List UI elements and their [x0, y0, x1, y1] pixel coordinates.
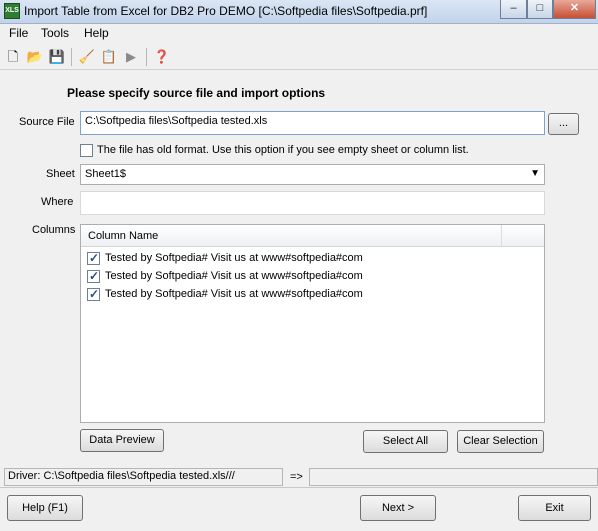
help-icon[interactable]: ❓	[152, 47, 172, 67]
old-format-label: The file has old format. Use this option…	[97, 144, 469, 156]
row-checkbox[interactable]	[87, 287, 100, 301]
save-icon[interactable]: 💾	[47, 47, 67, 67]
row-label: Tested by Softpedia# Visit us at www#sof…	[105, 270, 363, 282]
divider	[0, 487, 598, 488]
browse-button[interactable]: ...	[548, 113, 579, 135]
exit-button[interactable]: Exit	[518, 495, 591, 521]
toolbar-separator	[146, 48, 147, 66]
page-title: Please specify source file and import op…	[67, 86, 326, 100]
status-target	[309, 468, 598, 486]
chevron-down-icon[interactable]: ▼	[530, 168, 540, 179]
options-icon[interactable]: 📋	[99, 47, 119, 67]
source-file-input[interactable]: C:\Softpedia files\Softpedia tested.xls	[80, 111, 545, 135]
sheet-select-value: Sheet1$	[85, 168, 126, 180]
list-item[interactable]: Tested by Softpedia# Visit us at www#sof…	[87, 269, 537, 287]
toolbar-separator	[71, 48, 72, 66]
row-label: Tested by Softpedia# Visit us at www#sof…	[105, 252, 363, 264]
header-divider	[501, 225, 502, 246]
window-title: Import Table from Excel for DB2 Pro DEMO…	[24, 4, 428, 18]
menu-help[interactable]: Help	[84, 26, 109, 40]
maximize-button[interactable]: □	[527, 0, 553, 19]
help-button[interactable]: Help (F1)	[7, 495, 83, 521]
toolbar: 🗋 📂 💾 🧹 📋 ▶ ❓	[0, 44, 598, 70]
column-header[interactable]: Column Name	[81, 225, 544, 247]
app-icon[interactable]: XLS	[4, 3, 20, 19]
open-folder-icon[interactable]: 📂	[25, 47, 45, 67]
columns-list[interactable]: Column Name Tested by Softpedia# Visit u…	[80, 224, 545, 423]
row-label: Tested by Softpedia# Visit us at www#sof…	[105, 288, 363, 300]
data-preview-button[interactable]: Data Preview	[80, 429, 164, 452]
sheet-label: Sheet	[46, 168, 75, 180]
wizard-icon[interactable]: 🧹	[77, 47, 97, 67]
new-file-icon[interactable]: 🗋	[3, 47, 23, 67]
run-icon[interactable]: ▶	[121, 47, 141, 67]
next-button[interactable]: Next >	[360, 495, 436, 521]
old-format-checkbox[interactable]	[80, 144, 93, 157]
list-item[interactable]: Tested by Softpedia# Visit us at www#sof…	[87, 287, 537, 305]
clear-selection-button[interactable]: Clear Selection	[457, 430, 544, 453]
close-button[interactable]: ✕	[553, 0, 596, 19]
where-input[interactable]	[80, 191, 545, 215]
where-label: Where	[41, 196, 74, 208]
title-bar[interactable]: XLS Import Table from Excel for DB2 Pro …	[0, 0, 598, 24]
select-all-button[interactable]: Select All	[363, 430, 448, 453]
row-checkbox[interactable]	[87, 251, 100, 265]
minimize-button[interactable]: –	[500, 0, 527, 19]
status-arrow: =>	[290, 471, 303, 483]
list-item[interactable]: Tested by Softpedia# Visit us at www#sof…	[87, 251, 537, 269]
driver-status: Driver: C:\Softpedia files\Softpedia tes…	[4, 468, 283, 486]
sheet-select[interactable]: Sheet1$ ▼	[80, 164, 545, 185]
menu-bar: File Tools Help	[0, 24, 598, 44]
columns-label: Columns	[32, 224, 76, 236]
row-checkbox[interactable]	[87, 269, 100, 283]
column-header-label: Column Name	[88, 230, 159, 242]
source-file-label: Source File	[19, 116, 75, 128]
menu-file[interactable]: File	[9, 26, 28, 40]
menu-tools[interactable]: Tools	[41, 26, 69, 40]
